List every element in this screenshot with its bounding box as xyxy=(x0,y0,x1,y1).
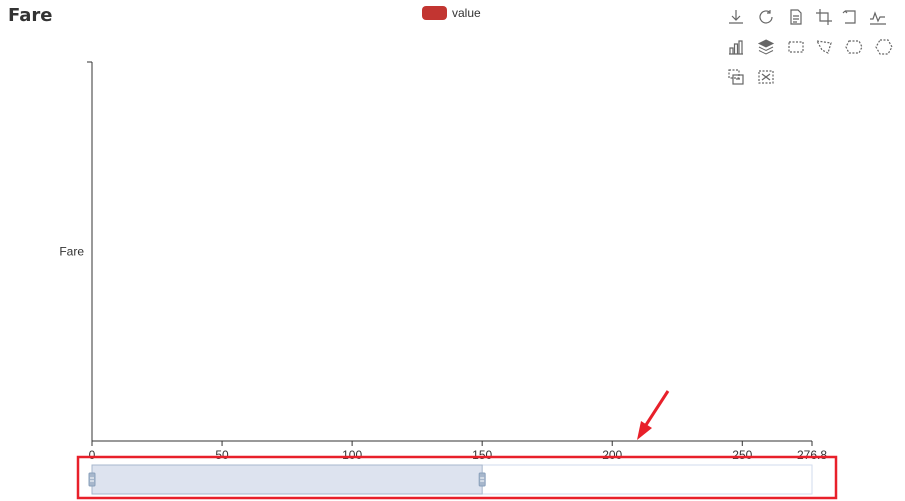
x-tick-label: 50 xyxy=(215,448,229,462)
data-zoom-handle-end[interactable] xyxy=(478,472,486,487)
chart-area: 0 50 100 150 200 250 276.8 Fare xyxy=(59,61,838,500)
x-tick-label: 0 xyxy=(89,448,96,462)
x-tick-label: 100 xyxy=(342,448,362,462)
x-tick-label: 150 xyxy=(472,448,492,462)
data-zoom-selection[interactable] xyxy=(91,464,483,495)
data-zoom-handle-start[interactable] xyxy=(88,472,96,487)
annotation-arrow-head xyxy=(637,421,652,440)
x-tick-label: 250 xyxy=(732,448,752,462)
x-tick-label: 276.8 xyxy=(797,448,827,462)
y-tick-label: Fare xyxy=(59,245,84,259)
annotation-arrow-shaft xyxy=(642,390,670,429)
x-tick-label: 200 xyxy=(602,448,622,462)
